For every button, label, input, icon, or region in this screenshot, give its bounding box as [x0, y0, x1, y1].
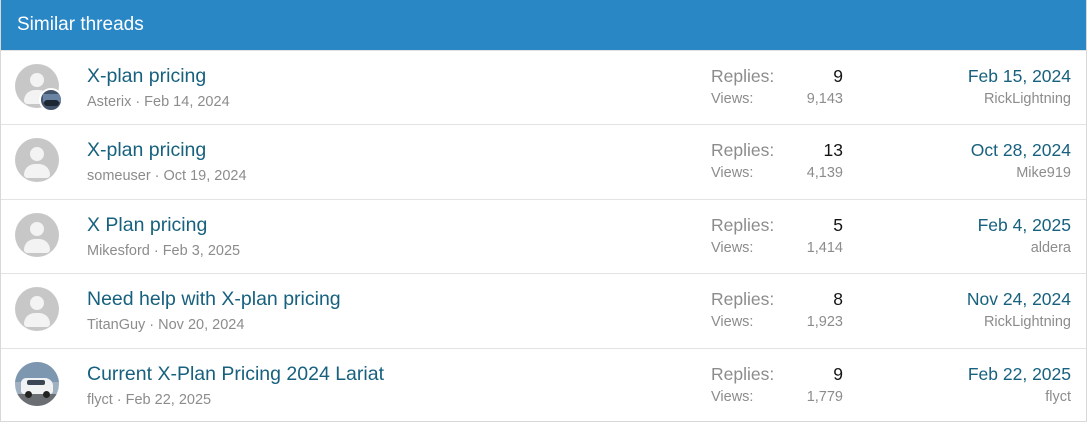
thread-author-link[interactable]: flyct [87, 392, 113, 408]
views-label: Views: [711, 239, 754, 256]
last-post-date-link[interactable]: Feb 15, 2024 [968, 66, 1071, 87]
last-post-date-link[interactable]: Feb 22, 2025 [968, 364, 1071, 385]
last-poster-link[interactable]: aldera [1031, 240, 1071, 256]
last-poster-link[interactable]: flyct [1045, 389, 1071, 405]
replies-label: Replies: [711, 214, 775, 235]
default-avatar-icon[interactable] [15, 138, 59, 183]
last-poster-link[interactable]: RickLightning [984, 91, 1071, 107]
views-count: 1,414 [806, 239, 843, 256]
thread-row[interactable]: X Plan pricing Mikesford · Feb 3, 2025 Rep… [1, 198, 1086, 273]
last-poster-mini-avatar[interactable] [39, 88, 63, 112]
views-count: 9,143 [806, 91, 843, 107]
thread-row[interactable]: Need help with X-plan pricing TitanGuy · N… [1, 273, 1086, 347]
thread-meta: Asterix · Feb 14, 2024 [87, 94, 230, 110]
views-count: 1,923 [806, 314, 843, 331]
thread-meta: someuser · Oct 19, 2024 [87, 168, 247, 185]
views-label: Views: [711, 314, 754, 331]
thread-title-link[interactable]: X-plan pricing [87, 65, 206, 88]
thread-start-date[interactable]: Nov 20, 2024 [158, 317, 244, 333]
replies-count: 8 [833, 289, 843, 310]
replies-label: Replies: [711, 140, 775, 161]
default-avatar-icon[interactable] [15, 287, 59, 332]
views-count: 1,779 [806, 388, 843, 405]
thread-start-date[interactable]: Feb 14, 2024 [144, 94, 229, 110]
thread-meta: TitanGuy · Nov 20, 2024 [87, 317, 245, 334]
thread-meta: flyct · Feb 22, 2025 [87, 391, 212, 408]
last-post-date-link[interactable]: Nov 24, 2024 [967, 289, 1071, 310]
last-post-date-link[interactable]: Oct 28, 2024 [971, 140, 1071, 161]
thread-row[interactable]: Current X-Plan Pricing 2024 Lariat flyct… [1, 347, 1086, 422]
block-header: Similar threads [1, 0, 1086, 50]
replies-label: Replies: [711, 289, 775, 310]
thread-author-link[interactable]: TitanGuy [87, 317, 145, 333]
thread-title-link[interactable]: Current X-Plan Pricing 2024 Lariat [87, 363, 384, 386]
thread-start-date[interactable]: Oct 19, 2024 [164, 168, 247, 184]
thread-title-link[interactable]: X Plan pricing [87, 214, 207, 237]
last-poster-link[interactable]: Mike919 [1016, 165, 1071, 181]
thread-row[interactable]: X-plan pricing Asterix · Feb 14, 2024 Repl… [1, 50, 1086, 124]
last-post-date-link[interactable]: Feb 4, 2025 [978, 215, 1071, 236]
replies-count: 9 [833, 363, 843, 384]
last-poster-link[interactable]: RickLightning [984, 314, 1071, 330]
similar-threads-block: Similar threads X-plan pricing Asterix · F… [0, 0, 1087, 422]
thread-author-link[interactable]: someuser [87, 168, 151, 184]
default-avatar-icon[interactable] [15, 212, 59, 257]
views-label: Views: [711, 165, 754, 182]
thread-meta: Mikesford · Feb 3, 2025 [87, 242, 241, 259]
replies-label: Replies: [711, 363, 775, 384]
replies-count: 13 [823, 140, 843, 161]
replies-count: 5 [833, 214, 843, 235]
thread-start-date[interactable]: Feb 22, 2025 [126, 392, 211, 408]
thread-title-link[interactable]: Need help with X-plan pricing [87, 288, 341, 311]
thread-row[interactable]: X-plan pricing someuser · Oct 19, 2024 Rep… [1, 124, 1086, 198]
photo-avatar[interactable] [15, 361, 59, 406]
thread-author-link[interactable]: Mikesford [87, 243, 150, 259]
replies-count: 9 [833, 66, 843, 86]
thread-title-link[interactable]: X-plan pricing [87, 139, 206, 162]
replies-label: Replies: [711, 66, 775, 86]
views-count: 4,139 [806, 165, 843, 182]
views-label: Views: [711, 388, 754, 405]
thread-author-link[interactable]: Asterix [87, 94, 131, 110]
views-label: Views: [711, 91, 754, 107]
thread-start-date[interactable]: Feb 3, 2025 [163, 243, 240, 259]
